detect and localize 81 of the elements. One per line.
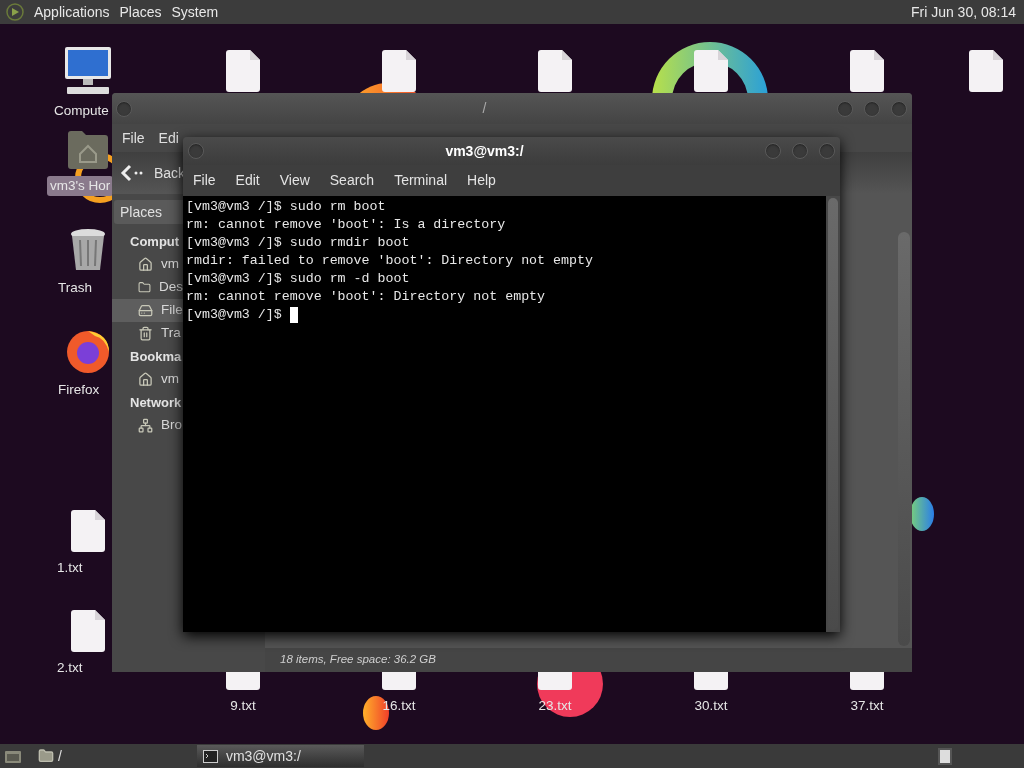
sidebar-header: Bookma [129, 347, 183, 366]
trash-icon [138, 326, 153, 341]
icon-label[interactable]: 37.txt [850, 696, 884, 717]
clock[interactable]: Fri Jun 30, 08:14 [910, 1, 1018, 23]
menu-item[interactable]: Edi [158, 127, 179, 149]
menu-item[interactable]: File [122, 127, 145, 149]
sidebar-item[interactable]: vm [112, 368, 183, 391]
icon-label[interactable]: Firefox [58, 380, 100, 401]
terminal-line: rm: cannot remove 'boot': Directory not empty [186, 288, 547, 306]
workspace-switcher[interactable] [938, 747, 952, 765]
logo-icon[interactable] [6, 3, 24, 21]
file-icon [382, 50, 416, 92]
drive-icon [138, 303, 153, 318]
menu-item[interactable]: Edit [235, 170, 260, 191]
sidebar-item[interactable]: vm [112, 253, 183, 276]
home-icon [138, 257, 153, 272]
network-icon [138, 418, 153, 433]
menu-item[interactable]: Terminal [394, 170, 448, 191]
file-icon [969, 50, 1003, 92]
file-icon [538, 50, 572, 92]
browser-icon [65, 328, 111, 374]
menu-button[interactable] [188, 143, 204, 159]
icon-label[interactable]: 30.txt [694, 696, 728, 717]
sidebar-item[interactable]: Tra [112, 322, 183, 345]
sidebar-item[interactable]: Des [112, 276, 183, 299]
file-icon [382, 672, 416, 690]
panel-menu[interactable]: System [171, 1, 219, 23]
file-icon [71, 610, 105, 652]
menu-item[interactable]: Search [329, 170, 375, 191]
icon-label[interactable]: 1.txt [57, 558, 83, 579]
file-icon [694, 50, 728, 92]
trash-icon [68, 228, 108, 272]
places-dropdown[interactable]: Places [114, 200, 183, 224]
menu-button[interactable] [116, 100, 132, 117]
home-folder-icon [66, 130, 110, 170]
terminal-prompt: [vm3@vm3 /]$ [186, 306, 283, 324]
terminal-line: [vm3@vm3 /]$ sudo rmdir boot [186, 234, 411, 252]
terminal-line: rmdir: failed to remove 'boot': Directory not empty [186, 252, 594, 270]
sidebar-item[interactable]: File [112, 299, 183, 322]
path-label[interactable]: / [58, 745, 62, 767]
file-icon [694, 672, 728, 690]
sidebar-header: Network [129, 393, 183, 412]
home-icon [138, 372, 153, 387]
file-icon [850, 672, 884, 690]
terminal-line: [vm3@vm3 /]$ sudo rm -d boot [186, 270, 411, 288]
maximize-button[interactable] [792, 143, 808, 159]
file-icon [538, 672, 572, 690]
panel-menu[interactable]: Places [119, 1, 162, 23]
terminal-line: [vm3@vm3 /]$ sudo rm boot [186, 198, 387, 216]
sidebar-item[interactable]: Bro [112, 414, 183, 437]
scrollbar[interactable] [898, 232, 910, 646]
file-icon [71, 510, 105, 552]
menu-item[interactable]: View [279, 170, 310, 191]
terminal-icon [202, 749, 218, 763]
icon-label[interactable]: 9.txt [230, 696, 256, 717]
close-button[interactable] [891, 100, 907, 117]
window-title: / [481, 99, 488, 118]
close-button[interactable] [819, 143, 835, 159]
sidebar-header: Comput [129, 232, 181, 251]
file-icon [226, 50, 260, 92]
folder-icon [138, 280, 151, 295]
icon-label[interactable]: Compute [54, 101, 109, 122]
computer-icon [63, 47, 113, 95]
icon-label[interactable]: 2.txt [57, 658, 83, 679]
file-icon [850, 50, 884, 92]
window-title: vm3@vm3:/ [444, 141, 525, 161]
desktop-icon[interactable] [4, 748, 22, 764]
folder-icon[interactable] [38, 748, 54, 764]
minimize-button[interactable] [837, 100, 853, 117]
menu-item[interactable]: File [193, 170, 216, 191]
back-icon [120, 164, 144, 182]
file-icon [226, 672, 260, 690]
panel-menu[interactable]: Applications [34, 1, 110, 23]
icon-label[interactable]: Trash [58, 278, 92, 299]
terminal-line: rm: cannot remove 'boot': Is a directory [186, 216, 507, 234]
scrollbar[interactable] [826, 196, 840, 632]
maximize-button[interactable] [864, 100, 880, 117]
task-button[interactable]: vm3@vm3:/ [196, 745, 364, 767]
minimize-button[interactable] [765, 143, 781, 159]
back-button[interactable]: Back [120, 162, 186, 184]
menu-item[interactable]: Help [467, 170, 496, 191]
